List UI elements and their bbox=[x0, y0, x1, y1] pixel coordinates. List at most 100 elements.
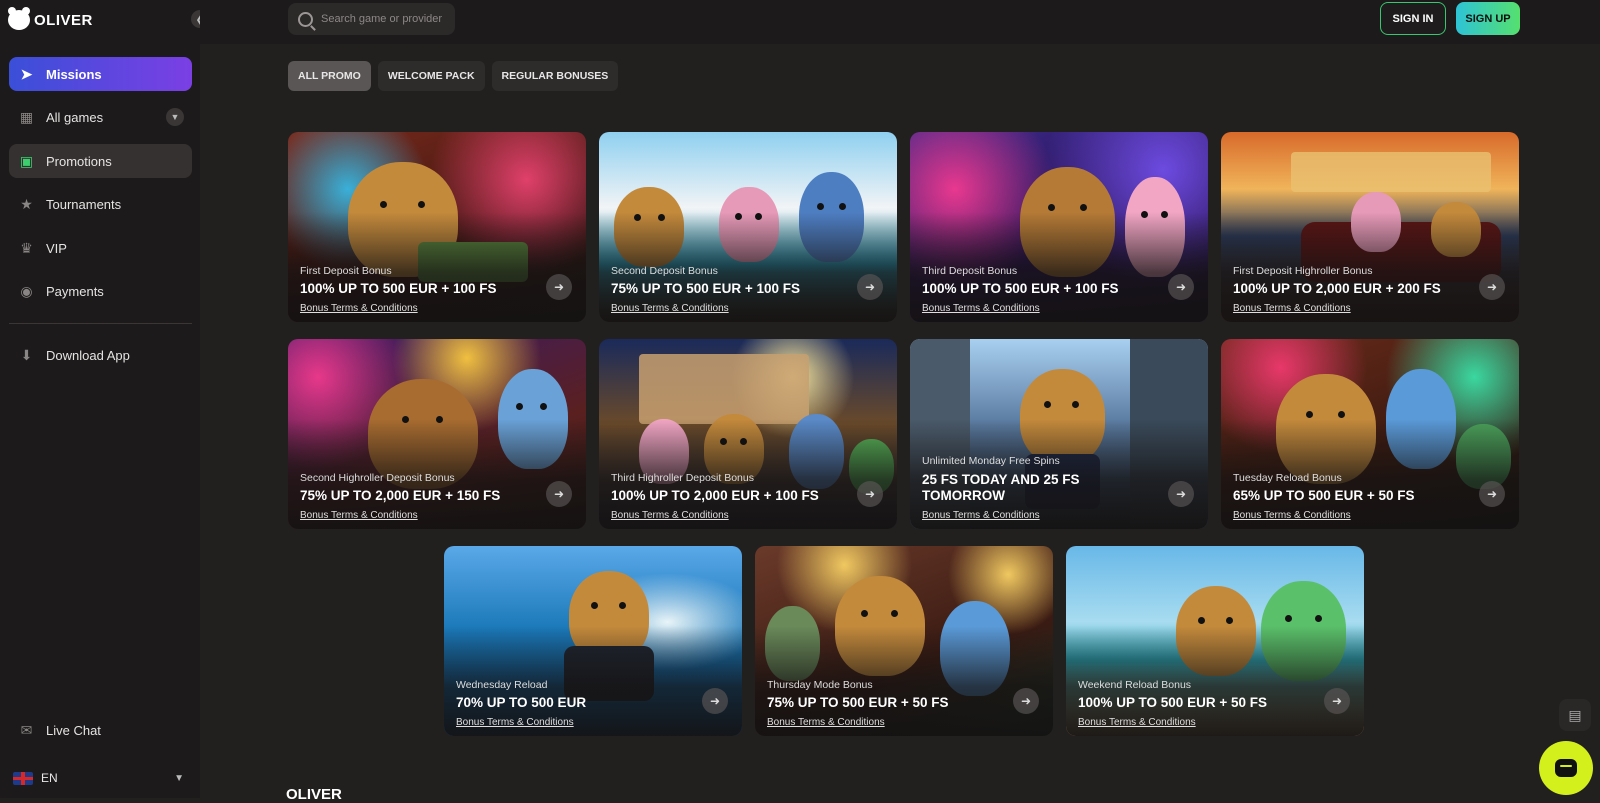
promo-card[interactable]: Third Highroller Deposit Bonus 100% UP T… bbox=[599, 339, 897, 529]
promo-subtitle: First Deposit Bonus bbox=[300, 265, 392, 277]
promo-card[interactable]: First Deposit Bonus 100% UP TO 500 EUR +… bbox=[288, 132, 586, 322]
sidebar-item-vip[interactable]: ♛ VIP bbox=[9, 231, 192, 265]
promo-terms-link[interactable]: Bonus Terms & Conditions bbox=[1078, 717, 1196, 728]
promo-subtitle: First Deposit Highroller Bonus bbox=[1233, 265, 1373, 277]
filter-welcome-pack[interactable]: WELCOME PACK bbox=[377, 61, 485, 91]
arrow-right-icon[interactable]: ➜ bbox=[1013, 688, 1039, 714]
promo-headline: 100% UP TO 500 EUR + 100 FS bbox=[922, 280, 1119, 296]
logo[interactable]: OLIVER bbox=[8, 7, 93, 30]
promo-card[interactable]: First Deposit Highroller Bonus 100% UP T… bbox=[1221, 132, 1519, 322]
promo-headline: 100% UP TO 2,000 EUR + 100 FS bbox=[611, 487, 819, 503]
sidebar-item-label: Missions bbox=[46, 66, 102, 82]
games-icon: ▦ bbox=[19, 108, 34, 125]
promo-subtitle: Tuesday Reload Bonus bbox=[1233, 472, 1342, 484]
brand-name: OLIVER bbox=[34, 11, 93, 29]
sidebar-item-promotions[interactable]: ▣ Promotions bbox=[9, 144, 192, 178]
sidebar-item-label: Download App bbox=[46, 347, 130, 363]
search-input[interactable]: Search game or provider bbox=[288, 3, 455, 35]
live-chat-button[interactable] bbox=[1539, 741, 1593, 795]
sidebar-item-all-games[interactable]: ▦ All games ▼ bbox=[9, 100, 192, 134]
sidebar-item-label: Live Chat bbox=[46, 722, 101, 738]
arrow-right-icon[interactable]: ➜ bbox=[702, 688, 728, 714]
language-selector[interactable]: EN ▼ bbox=[9, 765, 192, 791]
language-label: EN bbox=[41, 771, 58, 785]
promo-headline: 100% UP TO 500 EUR + 100 FS bbox=[300, 280, 497, 296]
promo-headline: 100% UP TO 500 EUR + 50 FS bbox=[1078, 694, 1267, 710]
chat-bubble-icon bbox=[1555, 759, 1577, 777]
promo-terms-link[interactable]: Bonus Terms & Conditions bbox=[611, 510, 729, 521]
logo-mark-icon bbox=[8, 7, 30, 30]
promo-headline: 75% UP TO 500 EUR + 50 FS bbox=[767, 694, 949, 710]
promo-terms-link[interactable]: Bonus Terms & Conditions bbox=[1233, 510, 1351, 521]
promo-filters: ALL PROMO WELCOME PACK REGULAR BONUSES bbox=[288, 61, 619, 91]
arrow-right-icon[interactable]: ➜ bbox=[857, 274, 883, 300]
gift-icon: ▣ bbox=[19, 152, 34, 169]
promo-headline: 100% UP TO 2,000 EUR + 200 FS bbox=[1233, 280, 1441, 296]
filter-all-promo[interactable]: ALL PROMO bbox=[288, 61, 371, 91]
promo-terms-link[interactable]: Bonus Terms & Conditions bbox=[767, 717, 885, 728]
search-icon bbox=[298, 11, 313, 27]
promo-card[interactable]: Wednesday Reload 70% UP TO 500 EUR Bonus… bbox=[444, 546, 742, 736]
promo-subtitle: Thursday Mode Bonus bbox=[767, 679, 873, 691]
sidebar-item-missions[interactable]: ➤ Missions bbox=[9, 57, 192, 91]
arrow-right-icon[interactable]: ➜ bbox=[546, 481, 572, 507]
promo-subtitle: Third Deposit Bonus bbox=[922, 265, 1018, 277]
promo-card[interactable]: Second Deposit Bonus 75% UP TO 500 EUR +… bbox=[599, 132, 897, 322]
chevron-down-icon[interactable]: ▼ bbox=[166, 108, 184, 126]
promo-terms-link[interactable]: Bonus Terms & Conditions bbox=[922, 303, 1040, 314]
promo-subtitle: Wednesday Reload bbox=[456, 679, 548, 691]
sidebar-item-tournaments[interactable]: ★ Tournaments bbox=[9, 187, 192, 221]
uk-flag-icon bbox=[13, 771, 33, 785]
promo-terms-link[interactable]: Bonus Terms & Conditions bbox=[300, 303, 418, 314]
sign-in-button[interactable]: SIGN IN bbox=[1380, 2, 1446, 35]
promo-headline: 70% UP TO 500 EUR bbox=[456, 694, 587, 710]
promo-headline: 75% UP TO 2,000 EUR + 150 FS bbox=[300, 487, 501, 503]
footer-logo: OLIVER bbox=[286, 786, 342, 803]
arrow-right-icon[interactable]: ➜ bbox=[1324, 688, 1350, 714]
promo-terms-link[interactable]: Bonus Terms & Conditions bbox=[300, 510, 418, 521]
arrow-right-icon[interactable]: ➜ bbox=[1479, 274, 1505, 300]
promo-headline: 65% UP TO 500 EUR + 50 FS bbox=[1233, 487, 1415, 503]
promo-card[interactable]: Thursday Mode Bonus 75% UP TO 500 EUR + … bbox=[755, 546, 1053, 736]
promo-terms-link[interactable]: Bonus Terms & Conditions bbox=[1233, 303, 1351, 314]
sign-up-button[interactable]: SIGN UP bbox=[1456, 2, 1520, 35]
promo-terms-link[interactable]: Bonus Terms & Conditions bbox=[922, 510, 1040, 521]
promo-terms-link[interactable]: Bonus Terms & Conditions bbox=[456, 717, 574, 728]
promo-card[interactable]: Second Highroller Deposit Bonus 75% UP T… bbox=[288, 339, 586, 529]
arrow-right-icon[interactable]: ➜ bbox=[1168, 481, 1194, 507]
sidebar-item-payments[interactable]: ◉ Payments bbox=[9, 274, 192, 308]
download-icon: ⬇ bbox=[20, 346, 33, 363]
promo-card[interactable]: Tuesday Reload Bonus 65% UP TO 500 EUR +… bbox=[1221, 339, 1519, 529]
promo-card[interactable]: Weekend Reload Bonus 100% UP TO 500 EUR … bbox=[1066, 546, 1364, 736]
rocket-icon: ➤ bbox=[20, 65, 33, 82]
promo-subtitle: Third Highroller Deposit Bonus bbox=[611, 472, 754, 484]
sidebar: OLIVER ❮ ➤ Missions ▦ All games ▼ ▣ Prom… bbox=[0, 0, 209, 798]
arrow-right-icon[interactable]: ➜ bbox=[857, 481, 883, 507]
bar-chart-icon: ▤ bbox=[1568, 706, 1582, 723]
promo-card[interactable]: Third Deposit Bonus 100% UP TO 500 EUR +… bbox=[910, 132, 1208, 322]
sidebar-item-label: Payments bbox=[46, 283, 104, 299]
promo-headline: 75% UP TO 500 EUR + 100 FS bbox=[611, 280, 800, 296]
sidebar-item-label: Promotions bbox=[46, 153, 112, 169]
coin-icon: ◉ bbox=[20, 282, 33, 299]
sidebar-item-label: All games bbox=[46, 109, 104, 125]
promo-card[interactable]: Unlimited Monday Free Spins 25 FS TODAY … bbox=[910, 339, 1208, 529]
sidebar-item-label: VIP bbox=[46, 240, 67, 256]
chat-icon: ✉ bbox=[20, 721, 33, 738]
trophy-icon: ★ bbox=[20, 195, 33, 212]
filter-regular-bonuses[interactable]: REGULAR BONUSES bbox=[491, 61, 619, 91]
search-placeholder: Search game or provider bbox=[321, 13, 443, 25]
promo-subtitle: Unlimited Monday Free Spins bbox=[922, 455, 1060, 467]
promo-subtitle: Second Highroller Deposit Bonus bbox=[300, 472, 455, 484]
promo-headline: 25 FS TODAY AND 25 FS TOMORROW bbox=[922, 471, 1080, 503]
chevron-down-icon: ▼ bbox=[174, 772, 184, 784]
arrow-right-icon[interactable]: ➜ bbox=[1168, 274, 1194, 300]
sidebar-divider bbox=[9, 323, 192, 324]
sidebar-item-download-app[interactable]: ⬇ Download App bbox=[9, 338, 192, 372]
sidebar-item-label: Tournaments bbox=[46, 196, 122, 212]
stats-button[interactable]: ▤ bbox=[1559, 699, 1591, 731]
arrow-right-icon[interactable]: ➜ bbox=[546, 274, 572, 300]
sidebar-item-live-chat[interactable]: ✉ Live Chat bbox=[9, 713, 192, 747]
arrow-right-icon[interactable]: ➜ bbox=[1479, 481, 1505, 507]
promo-terms-link[interactable]: Bonus Terms & Conditions bbox=[611, 303, 729, 314]
